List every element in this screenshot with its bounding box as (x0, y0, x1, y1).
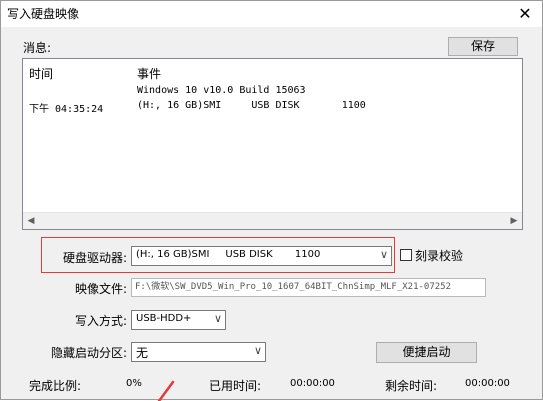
annotation-arrow-icon (157, 380, 175, 401)
write-disk-image-dialog: 写入硬盘映像 ✕ 消息: 保存 时间 事件 Windows 10 v10.0 B… (0, 0, 543, 401)
